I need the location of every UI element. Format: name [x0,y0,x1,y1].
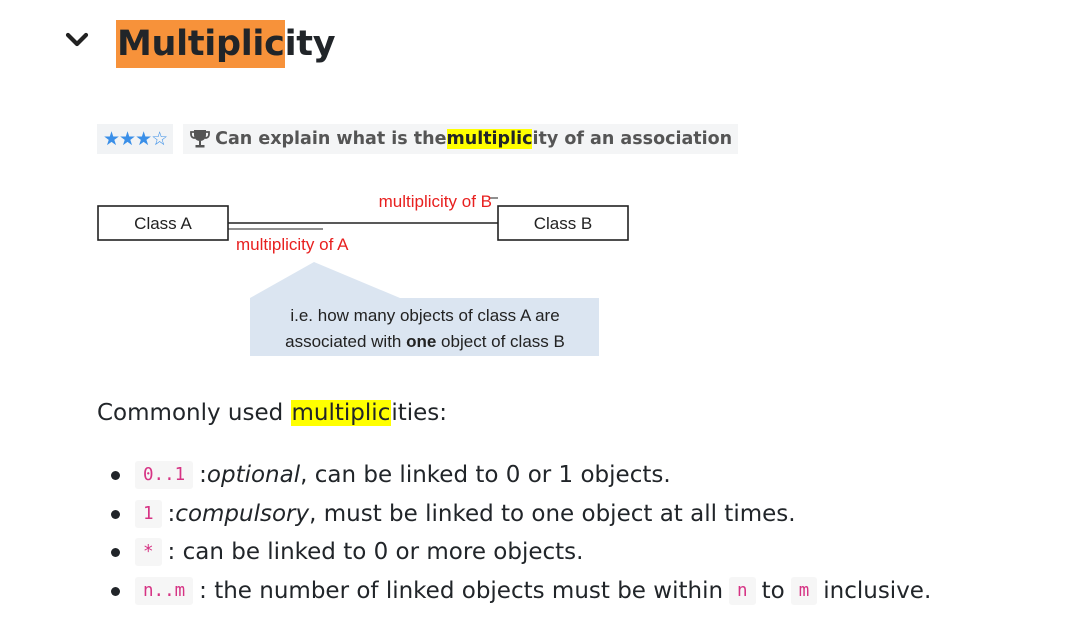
outcome-text-before: Can explain what is the [215,129,447,149]
item-text-c: inclusive. [823,577,932,604]
outcome-text-after: ity of an association [532,129,733,149]
bullet-icon [111,509,120,519]
list-item: 1: compulsory, must be linked to one obj… [97,495,931,534]
item-text: : can be linked to 0 or more objects. [167,539,584,566]
mult-b-label: multiplicity of B [379,192,492,211]
multiplicity-list: 0..1: optional, can be linked to 0 or 1 … [97,456,931,610]
class-b-label: Class B [534,214,593,233]
difficulty-stars: ★★★ ☆ [97,124,174,154]
outcome-label: Can explain what is the multiplic ity of … [183,124,739,154]
section-title: Multiplic ity [116,20,336,68]
list-item: 0..1: optional, can be linked to 0 or 1 … [97,456,931,495]
stars-filled: ★★★ [103,128,152,150]
trophy-icon [190,130,211,148]
item-text-a: : the number of linked objects must be w… [199,577,724,604]
commonly-after: ities: [391,400,448,426]
inline-code-m: m [790,576,818,605]
chevron-down-icon[interactable] [62,26,92,56]
inline-code-n: n [729,576,756,605]
mult-a-label: multiplicity of A [236,235,349,254]
list-item: n..m: the number of linked objects must … [97,572,931,611]
inline-code: 1 [135,499,162,528]
bullet-icon [111,548,120,557]
inline-code: n..m [135,576,194,605]
inline-code: 0..1 [135,461,194,490]
item-text: , can be linked to 0 or 1 objects. [300,462,671,489]
commonly-used-heading: Commonly used multiplicities: [97,396,447,430]
callout-line-2: associated with one object of class B [285,332,565,351]
item-emphasis: optional [206,462,301,489]
learning-outcome: ★★★ ☆ Can explain what is the multiplic it… [97,124,739,154]
title-search-highlight: Multiplic [116,20,285,68]
callout-line-1: i.e. how many objects of class A are [290,306,559,325]
item-emphasis: compulsory [175,500,310,527]
commonly-before: Commonly used [97,400,291,426]
item-text: , must be linked to one object at all ti… [309,500,796,527]
class-a-label: Class A [134,214,192,233]
bullet-icon [111,471,120,480]
association-diagram: Class A Class B multiplicity of B multip… [97,192,629,356]
inline-code: * [135,538,162,567]
commonly-highlight: multiplic [290,400,392,426]
outcome-text-highlight: multiplic [446,129,533,149]
list-item: *: can be linked to 0 or more objects. [97,533,931,572]
title-rest: ity [284,24,336,64]
callout-pointer [250,262,400,298]
bullet-icon [111,586,120,596]
item-text-b: to [761,577,785,604]
stars-empty: ☆ [151,128,168,150]
